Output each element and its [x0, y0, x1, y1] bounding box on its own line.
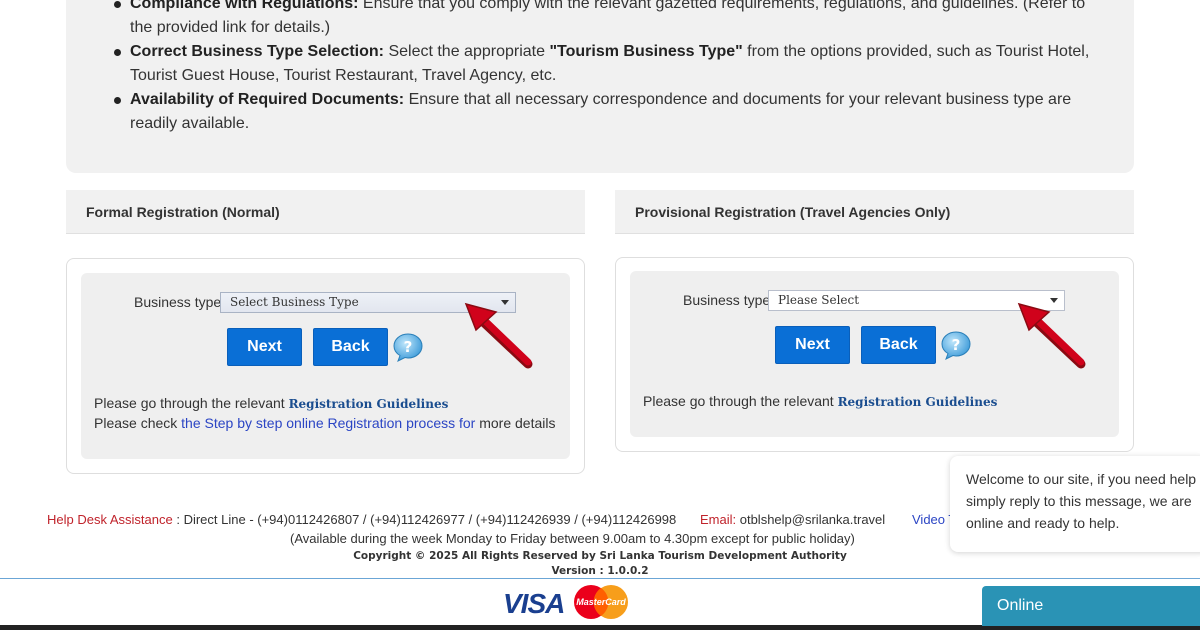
- business-type-label: Business type: [134, 294, 222, 310]
- select-value: Please Select: [778, 293, 860, 307]
- process-note: Please check the Step by step online Reg…: [94, 415, 556, 431]
- requirement-emphasis: "Tourism Business Type": [549, 43, 743, 60]
- back-button[interactable]: Back: [861, 326, 936, 364]
- requirement-title: Availability of Required Documents:: [130, 91, 405, 108]
- helpdesk-phones: : Direct Line - (+94)0112426807 / (+94)1…: [172, 512, 677, 527]
- chat-welcome-bubble[interactable]: Welcome to our site, if you need help si…: [950, 456, 1200, 552]
- visa-logo: VISA: [503, 588, 565, 619]
- requirement-text: Select the appropriate: [384, 43, 550, 60]
- svg-text:?: ?: [404, 338, 413, 356]
- red-arrow-icon: [1017, 302, 1086, 369]
- availability-text: (Available during the week Monday to Fri…: [290, 531, 855, 546]
- chat-message: Welcome to our site, if you need help si…: [966, 471, 1197, 531]
- helpdesk-label: Help Desk Assistance: [47, 512, 173, 527]
- registration-guidelines-link[interactable]: Registration Guidelines: [289, 397, 449, 411]
- back-button[interactable]: Back: [313, 328, 388, 366]
- help-icon[interactable]: ?: [940, 329, 972, 361]
- svg-text:?: ?: [952, 336, 961, 354]
- registration-process-link[interactable]: the Step by step online Registration pro…: [181, 415, 475, 431]
- chat-online-button[interactable]: Online: [982, 586, 1200, 626]
- select-value: Select Business Type: [230, 295, 359, 309]
- requirement-title: Compliance with Regulations:: [130, 0, 359, 12]
- help-icon[interactable]: ?: [392, 331, 424, 363]
- next-button[interactable]: Next: [775, 326, 850, 364]
- requirement-item: Compliance with Regulations: Ensure that…: [114, 0, 1110, 40]
- next-button[interactable]: Next: [227, 328, 302, 366]
- helpdesk-line: Help Desk Assistance : Direct Line - (+9…: [47, 512, 676, 527]
- requirement-title: Correct Business Type Selection:: [130, 43, 384, 60]
- email-value[interactable]: otblshelp@srilanka.travel: [736, 512, 885, 527]
- email-line: Email: otblshelp@srilanka.travel: [700, 512, 885, 527]
- requirements-panel: Compliance with Regulations: Ensure that…: [66, 0, 1134, 173]
- mastercard-logo: MasterCard: [574, 585, 628, 619]
- note-text: Please go through the relevant: [643, 393, 838, 409]
- requirements-list: Compliance with Regulations: Ensure that…: [114, 0, 1110, 136]
- guidelines-note: Please go through the relevant Registrat…: [94, 395, 448, 411]
- requirement-item: Availability of Required Documents: Ensu…: [114, 88, 1110, 136]
- version-text: Version : 1.0.0.2: [551, 565, 649, 577]
- requirement-item: Correct Business Type Selection: Select …: [114, 40, 1110, 88]
- formal-registration-header: Formal Registration (Normal): [66, 190, 585, 234]
- note-text: Please go through the relevant: [94, 395, 289, 411]
- business-type-label: Business type: [683, 292, 771, 308]
- red-arrow-icon: [464, 302, 533, 369]
- mastercard-label: MasterCard: [576, 597, 626, 607]
- guidelines-note: Please go through the relevant Registrat…: [643, 393, 997, 409]
- registration-guidelines-link[interactable]: Registration Guidelines: [838, 395, 998, 409]
- note-text: more details: [475, 415, 556, 431]
- provisional-registration-header: Provisional Registration (Travel Agencie…: [615, 190, 1134, 234]
- note-text: Please check: [94, 415, 182, 431]
- email-label: Email:: [700, 512, 737, 527]
